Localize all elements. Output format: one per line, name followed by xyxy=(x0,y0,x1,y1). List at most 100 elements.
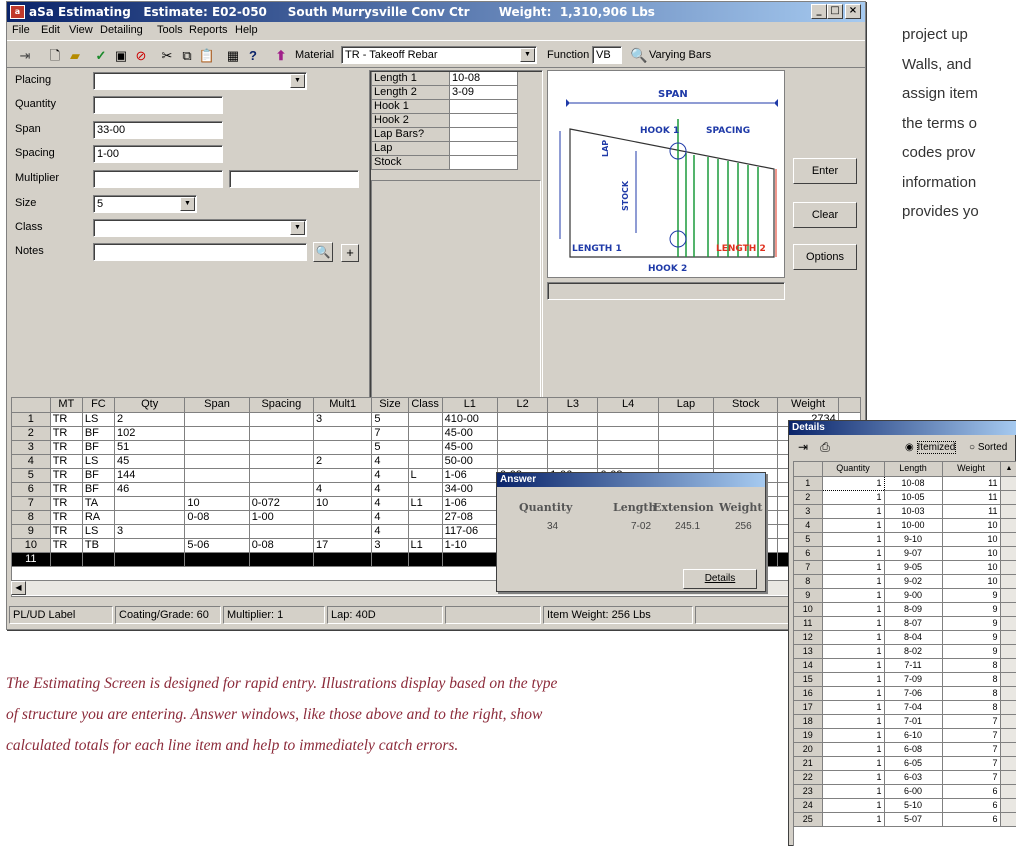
scrollbar-track[interactable] xyxy=(1000,672,1016,687)
details-cell[interactable]: 1 xyxy=(822,532,885,547)
details-cell[interactable]: 1 xyxy=(822,602,885,617)
grid-cell[interactable]: 0-072 xyxy=(249,496,315,511)
grid-cell[interactable]: L xyxy=(408,468,443,483)
grid-cell[interactable] xyxy=(82,552,116,567)
row-header[interactable]: 1 xyxy=(12,412,51,427)
grid-cell[interactable] xyxy=(408,552,443,567)
grid-cell[interactable] xyxy=(408,412,443,427)
grid-cell[interactable]: 117-06 xyxy=(442,524,498,539)
row-header[interactable]: 5 xyxy=(794,532,823,547)
row-header[interactable]: 11 xyxy=(12,552,51,567)
search-icon[interactable]: 🔍 xyxy=(629,45,649,65)
details-cell[interactable]: 9-07 xyxy=(884,546,943,561)
details-cell[interactable]: 1 xyxy=(822,798,885,813)
notes-field[interactable] xyxy=(93,243,307,261)
grid-cell[interactable] xyxy=(313,440,373,455)
list-item[interactable]: 20 1 6-08 7 xyxy=(794,742,1016,757)
grid-cell[interactable] xyxy=(184,552,250,567)
row-header[interactable]: 23 xyxy=(794,784,823,799)
details-cell[interactable]: 7-01 xyxy=(884,714,943,729)
column-header[interactable] xyxy=(794,462,823,477)
details-cell[interactable]: 6-05 xyxy=(884,756,943,771)
details-cell[interactable]: 5-10 xyxy=(884,798,943,813)
grid-cell[interactable] xyxy=(547,440,599,455)
grid-cell[interactable] xyxy=(249,552,315,567)
row-header[interactable]: 25 xyxy=(794,812,823,827)
details-cell[interactable]: 1 xyxy=(822,630,885,645)
placing-select[interactable]: ▼ xyxy=(93,72,307,90)
grid-cell[interactable] xyxy=(408,510,443,525)
grid-cell[interactable]: 410-00 xyxy=(442,412,498,427)
grid-cell[interactable] xyxy=(547,426,599,441)
row-header[interactable]: 5 xyxy=(12,468,51,483)
grid-cell[interactable] xyxy=(184,482,250,497)
grid-cell[interactable] xyxy=(713,412,779,427)
details-cell[interactable]: 10-08 xyxy=(884,476,943,491)
row-header[interactable]: 22 xyxy=(794,770,823,785)
table-row[interactable]: 3 TR BF 51 5 45-00 xyxy=(12,440,860,455)
column-header[interactable]: L1 xyxy=(442,398,498,413)
grid-cell[interactable]: BF xyxy=(82,468,116,483)
details-cell[interactable]: 1 xyxy=(822,574,885,589)
report-icon[interactable]: ▦ xyxy=(223,45,243,65)
grid-cell[interactable] xyxy=(313,426,373,441)
details-cell[interactable]: 1 xyxy=(821,475,885,491)
row-header[interactable]: 24 xyxy=(794,798,823,813)
details-cell[interactable]: 11 xyxy=(942,504,1001,519)
grid-cell[interactable] xyxy=(184,440,250,455)
spacing-field[interactable]: 1-00 xyxy=(93,145,223,163)
details-cell[interactable]: 7 xyxy=(942,756,1001,771)
scrollbar-track[interactable] xyxy=(1000,476,1016,491)
details-cell[interactable]: 5-07 xyxy=(884,812,943,827)
grid-cell[interactable]: 144 xyxy=(114,468,186,483)
list-item[interactable]: 12 1 8-04 9 xyxy=(794,630,1016,645)
grid-cell[interactable]: TR xyxy=(50,468,83,483)
grid-cell[interactable]: 4 xyxy=(371,482,409,497)
grid-cell[interactable] xyxy=(249,468,315,483)
insert-icon[interactable]: ⇥ xyxy=(15,45,35,65)
scrollbar-track[interactable] xyxy=(1000,602,1016,617)
scrollbar-track[interactable] xyxy=(1000,574,1016,589)
multiplier-field-2[interactable] xyxy=(229,170,359,188)
details-cell[interactable]: 8-07 xyxy=(884,616,943,631)
row-header[interactable]: 1 xyxy=(794,476,823,491)
grid-cell[interactable] xyxy=(184,454,250,469)
grid-cell[interactable]: 4 xyxy=(371,524,409,539)
grid-cell[interactable]: 45-00 xyxy=(442,426,498,441)
grid-cell[interactable]: 46 xyxy=(114,482,186,497)
grid-cell[interactable]: 17 xyxy=(313,538,373,553)
details-cell[interactable]: 9 xyxy=(942,602,1001,617)
menu-help[interactable]: Help xyxy=(235,24,258,36)
column-header[interactable]: Weight xyxy=(777,398,839,413)
multiplier-field[interactable] xyxy=(93,170,223,188)
details-cell[interactable]: 8 xyxy=(942,658,1001,673)
grid-cell[interactable]: 1-10 xyxy=(442,538,498,553)
row-header[interactable]: 21 xyxy=(794,756,823,771)
details-cell[interactable]: 7 xyxy=(942,742,1001,757)
grid-cell[interactable]: 10 xyxy=(313,496,373,511)
grid-cell[interactable]: TR xyxy=(50,482,83,497)
details-cell[interactable]: 1 xyxy=(822,714,885,729)
grid-cell[interactable] xyxy=(547,412,599,427)
details-cell[interactable]: 1 xyxy=(822,700,885,715)
row-header[interactable]: 12 xyxy=(794,630,823,645)
details-cell[interactable]: 9 xyxy=(942,616,1001,631)
menu-detailing[interactable]: Detailing xyxy=(100,24,143,36)
row-header[interactable]: 6 xyxy=(12,482,51,497)
grid-cell[interactable] xyxy=(249,426,315,441)
list-item[interactable]: 14 1 7-11 8 xyxy=(794,658,1016,673)
grid-cell[interactable] xyxy=(114,552,186,567)
grid-cell[interactable] xyxy=(658,440,715,455)
details-cell[interactable]: 7 xyxy=(942,714,1001,729)
details-cell[interactable]: 9 xyxy=(942,644,1001,659)
chevron-down-icon[interactable]: ▼ xyxy=(520,48,535,62)
scroll-left-icon[interactable]: ◀ xyxy=(11,581,26,595)
column-header[interactable]: Stock xyxy=(713,398,779,413)
details-cell[interactable]: 1 xyxy=(822,588,885,603)
grid-cell[interactable]: LS xyxy=(82,454,116,469)
column-header[interactable]: Span xyxy=(184,398,250,413)
details-cell[interactable]: 1 xyxy=(822,728,885,743)
column-header[interactable]: Quantity xyxy=(822,462,885,477)
grid-cell[interactable]: 2 xyxy=(313,454,373,469)
row-header[interactable]: 9 xyxy=(794,588,823,603)
